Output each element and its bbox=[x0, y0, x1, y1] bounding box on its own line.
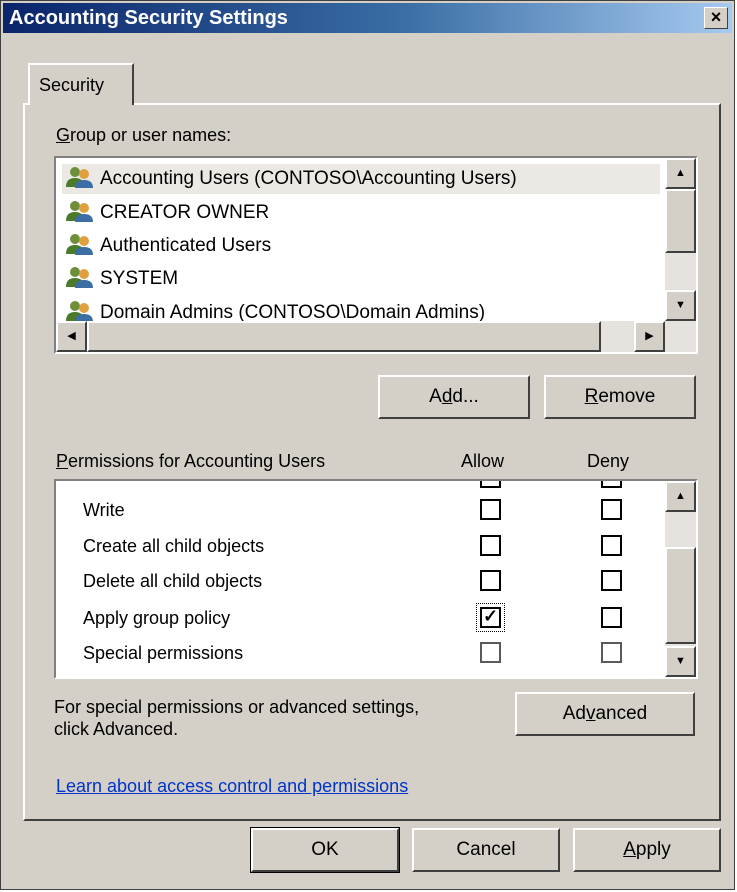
add-button[interactable]: Add... bbox=[378, 375, 530, 419]
apply-button[interactable]: Apply bbox=[573, 828, 721, 872]
permissions-label: Permissions for Accounting Users bbox=[56, 451, 326, 471]
scroll-down-arrow-icon: ▼ bbox=[675, 655, 686, 667]
scroll-down-button[interactable]: ▼ bbox=[665, 646, 696, 677]
deny-apply-group-policy-checkbox[interactable] bbox=[601, 607, 622, 628]
deny-special-permissions-checkbox[interactable] bbox=[601, 642, 622, 663]
close-icon: × bbox=[710, 7, 722, 27]
permission-name: Create all child objects bbox=[83, 536, 265, 556]
scroll-right-arrow-icon: ▶ bbox=[645, 330, 654, 342]
scroll-down-button[interactable]: ▼ bbox=[665, 290, 696, 321]
deny-column-header: Deny bbox=[587, 451, 630, 471]
scroll-up-button[interactable]: ▲ bbox=[665, 481, 696, 512]
cancel-button[interactable]: Cancel bbox=[412, 828, 560, 872]
deny-delete-child-checkbox[interactable] bbox=[601, 570, 622, 591]
allow-write-checkbox[interactable] bbox=[480, 499, 501, 520]
list-item-authenticated-users[interactable]: Authenticated Users bbox=[64, 231, 271, 261]
scroll-down-arrow-icon: ▼ bbox=[675, 299, 686, 311]
close-button[interactable]: × bbox=[704, 7, 728, 29]
allow-special-permissions-checkbox[interactable] bbox=[480, 642, 501, 663]
scroll-thumb[interactable] bbox=[665, 189, 696, 253]
scroll-up-button[interactable]: ▲ bbox=[665, 158, 696, 189]
dialog-title: Accounting Security Settings bbox=[9, 7, 288, 29]
deny-write-checkbox[interactable] bbox=[601, 499, 622, 520]
scroll-up-arrow-icon: ▲ bbox=[675, 167, 686, 179]
permissions-vertical-scrollbar[interactable]: ▲ ▼ bbox=[665, 481, 696, 677]
scroll-thumb[interactable] bbox=[665, 547, 696, 644]
permission-name: Delete all child objects bbox=[83, 571, 263, 591]
deny-create-child-checkbox[interactable] bbox=[601, 535, 622, 556]
users-group-icon bbox=[66, 267, 93, 288]
horizontal-scroll-thumb[interactable] bbox=[87, 321, 601, 352]
allow-apply-group-policy-checkbox[interactable]: ✓ bbox=[476, 603, 505, 632]
permissions-list[interactable]: Write Create all child objects Delete al… bbox=[54, 479, 698, 679]
learn-access-control-link[interactable]: Learn about access control and permissio… bbox=[56, 776, 408, 797]
allow-column-header: Allow bbox=[461, 451, 505, 471]
scroll-up-arrow-icon: ▲ bbox=[675, 490, 686, 502]
remove-button[interactable]: Remove bbox=[544, 375, 696, 419]
group-list-label: Group or user names: bbox=[56, 125, 232, 145]
checkmark-icon: ✓ bbox=[483, 606, 499, 626]
users-group-icon bbox=[66, 201, 93, 222]
permission-name: Apply group policy bbox=[83, 608, 231, 628]
permission-name: Write bbox=[83, 500, 125, 520]
tab-security[interactable]: Security bbox=[28, 63, 134, 105]
security-settings-dialog: Accounting Security Settings × Security … bbox=[0, 0, 735, 890]
title-bar[interactable]: Accounting Security Settings × bbox=[3, 3, 732, 33]
group-list-vertical-scrollbar[interactable]: ▲ ▼ bbox=[665, 158, 696, 321]
group-user-list[interactable]: Accounting Users (CONTOSO\Accounting Use… bbox=[54, 156, 698, 354]
list-item-creator-owner[interactable]: CREATOR OWNER bbox=[64, 198, 269, 228]
list-item-system[interactable]: SYSTEM bbox=[64, 264, 178, 294]
deny-checkbox-partial[interactable] bbox=[601, 481, 622, 488]
users-group-icon bbox=[66, 234, 93, 255]
allow-delete-child-checkbox[interactable] bbox=[480, 570, 501, 591]
allow-create-child-checkbox[interactable] bbox=[480, 535, 501, 556]
users-group-icon bbox=[66, 301, 93, 322]
advanced-button[interactable]: Advanced bbox=[515, 692, 695, 736]
list-item-accounting-users[interactable]: Accounting Users (CONTOSO\Accounting Use… bbox=[62, 164, 660, 194]
ok-button[interactable]: OK bbox=[250, 827, 400, 873]
scroll-left-button[interactable]: ◀ bbox=[56, 321, 87, 352]
users-group-icon bbox=[66, 167, 93, 188]
group-list-horizontal-scrollbar[interactable]: ◀ ▶ bbox=[56, 321, 696, 352]
allow-checkbox-partial[interactable] bbox=[480, 481, 501, 488]
permission-name: Special permissions bbox=[83, 643, 244, 663]
advanced-hint-text: For special permissions or advanced sett… bbox=[54, 697, 420, 739]
scroll-left-arrow-icon: ◀ bbox=[67, 330, 76, 342]
scroll-right-button[interactable]: ▶ bbox=[634, 321, 665, 352]
